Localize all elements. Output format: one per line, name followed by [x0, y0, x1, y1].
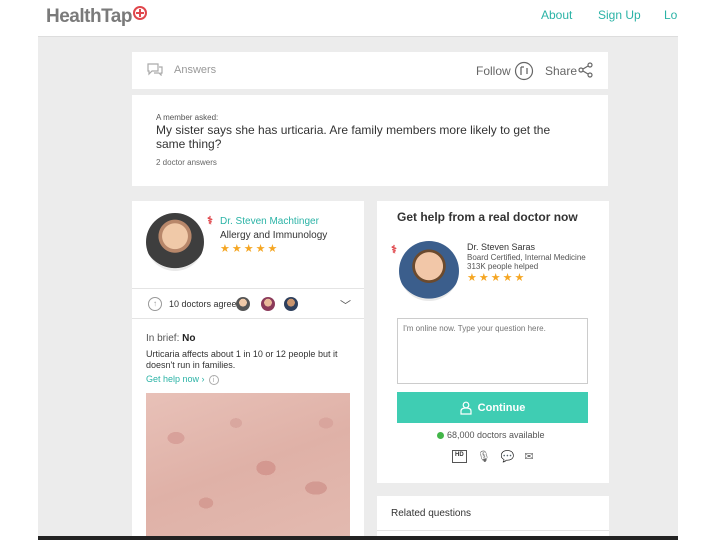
question-input[interactable] [398, 319, 587, 383]
brief-label: In brief: [146, 333, 180, 344]
share-button[interactable]: Share [545, 64, 577, 78]
brief-line: In brief: No [146, 333, 195, 344]
answer-card: ⚕ Dr. Steven Machtinger Allergy and Immu… [132, 201, 364, 540]
video-hd-icon[interactable]: HD [452, 450, 467, 463]
answer-count[interactable]: 2 doctor answers [156, 158, 217, 167]
brief-value: No [182, 333, 196, 344]
doctor-avatar[interactable] [146, 213, 204, 271]
right-margin [678, 0, 720, 540]
get-help-link[interactable]: Get help now › i [146, 374, 219, 385]
divider [377, 530, 609, 531]
get-help-label: Get help now › [146, 374, 205, 384]
info-icon[interactable]: i [208, 374, 219, 385]
browser-frame: HealthTap About Sign Up Lo Answers Follo… [0, 0, 720, 540]
chat-bubble-icon[interactable]: 💬 [501, 450, 515, 463]
asked-label: A member asked: [156, 113, 219, 122]
rating-stars: ★★★★★ [467, 272, 527, 284]
nav-log-in[interactable]: Lo [664, 8, 677, 22]
brief-body: Urticaria affects about 1 in 10 or 12 pe… [146, 349, 338, 370]
chevron-down-icon[interactable]: ﹀ [340, 297, 351, 313]
logo-cross-icon [132, 6, 147, 20]
continue-button[interactable]: Continue [397, 392, 588, 423]
answers-label: Answers [174, 64, 217, 76]
nav-sign-up[interactable]: Sign Up [598, 8, 641, 22]
contact-options: HD 🎙 💬 ✉ [452, 450, 534, 463]
agree-avatar [261, 297, 275, 311]
related-questions-card: Related questions [377, 496, 609, 540]
question-input-box[interactable] [397, 318, 588, 384]
doctors-available: 68,000 doctors available [437, 430, 545, 440]
doctor-name[interactable]: Dr. Steven Machtinger [220, 216, 319, 227]
doctor-specialty: Allergy and Immunology [220, 230, 328, 241]
online-dot-icon [437, 432, 444, 440]
follow-button[interactable]: Follow [476, 64, 511, 78]
logo-text: HealthTap [46, 6, 132, 27]
online-doctor-name: Dr. Steven Saras [467, 242, 536, 252]
get-help-card: Get help from a real doctor now ⚕ Dr. St… [377, 201, 609, 483]
chat-icon [147, 63, 163, 76]
doctor-helped: 313K people helped [467, 262, 539, 271]
healthtap-logo[interactable]: HealthTap [46, 6, 147, 28]
urticaria-photo [146, 393, 350, 540]
site-header: HealthTap About Sign Up Lo [38, 0, 678, 37]
answers-bar: Answers Follow Share [132, 52, 608, 89]
bottom-edge [38, 536, 678, 540]
continue-label: Continue [477, 401, 526, 414]
share-icon[interactable] [578, 62, 594, 78]
agree-avatar [284, 297, 298, 311]
online-doctor-avatar [399, 241, 459, 301]
related-title: Related questions [391, 508, 472, 519]
doctors-available-text: 68,000 doctors available [447, 430, 545, 440]
thumbs-up-icon[interactable]: ↑ [148, 297, 162, 311]
agree-text: 10 doctors agree [169, 299, 237, 309]
caduceus-icon: ⚕ [207, 215, 213, 227]
user-icon [460, 401, 472, 415]
page-content: HealthTap About Sign Up Lo Answers Follo… [38, 0, 678, 540]
agree-avatar [236, 297, 250, 311]
online-doctor-info: Board Certified, Internal Medicine 313K … [467, 253, 602, 271]
envelope-icon[interactable]: ✉ [524, 450, 533, 463]
doctor-cert: Board Certified, Internal Medicine [467, 253, 586, 262]
question-card: A member asked: My sister says she has u… [132, 95, 608, 186]
question-text: My sister says she has urticaria. Are fa… [156, 123, 551, 151]
microphone-icon[interactable]: 🎙 [477, 450, 491, 463]
agree-row[interactable]: ↑ 10 doctors agree ﹀ [132, 288, 364, 319]
follow-icon[interactable] [514, 61, 534, 81]
help-title: Get help from a real doctor now [397, 210, 578, 224]
caduceus-icon: ⚕ [391, 244, 397, 256]
rating-stars: ★★★★★ [220, 243, 280, 255]
nav-about[interactable]: About [541, 8, 572, 22]
